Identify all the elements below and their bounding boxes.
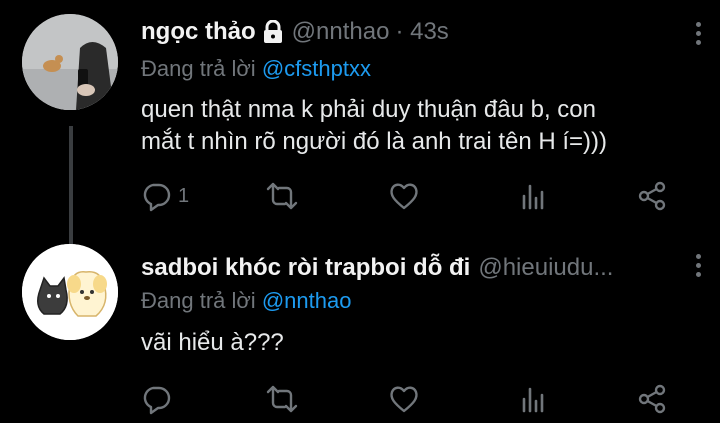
avatar-photo (22, 244, 118, 340)
thread-connector-line (69, 126, 73, 244)
more-icon[interactable] (694, 254, 702, 277)
tweet-actions (140, 383, 680, 417)
share-icon (638, 181, 666, 211)
reply-prefix: Đang trả lời (141, 56, 262, 81)
views-icon (522, 387, 544, 413)
retweet-button[interactable] (266, 383, 298, 415)
retweet-icon (266, 385, 298, 413)
retweet-button[interactable] (266, 180, 298, 212)
like-icon (390, 183, 418, 210)
reply-mention[interactable]: @nnthao (262, 288, 352, 313)
tweet-text-line: quen thật nma k phải duy thuận đâu b, co… (141, 96, 597, 123)
views-icon (522, 184, 544, 210)
tweet-1[interactable]: ngọc thảo @nnthao · 43s Đang trả lời @cf… (0, 0, 720, 244)
reply-count: 1 (178, 184, 190, 207)
tweet-header: sadboi khóc ròi trapboi dỗ đi @hieuiudu.… (141, 254, 613, 282)
share-button[interactable] (636, 180, 668, 212)
views-button[interactable] (516, 180, 548, 212)
like-icon (390, 386, 418, 413)
share-icon (638, 384, 666, 414)
like-button[interactable] (388, 180, 420, 212)
tweet-text: vãi hiểu à??? (141, 327, 701, 359)
lock-icon (262, 20, 284, 44)
tweet-header: ngọc thảo @nnthao · 43s (141, 18, 449, 46)
views-button[interactable] (516, 383, 548, 415)
display-name[interactable]: sadboi khóc ròi trapboi dỗ đi (141, 254, 470, 282)
retweet-icon (266, 182, 298, 210)
display-name[interactable]: ngọc thảo (141, 18, 256, 46)
tweet-actions: 1 (140, 180, 680, 214)
tweet-2[interactable]: sadboi khóc ròi trapboi dỗ đi @hieuiudu.… (0, 240, 720, 423)
replying-to: Đang trả lời @cfsthptxx (141, 56, 371, 82)
reply-button[interactable] (140, 383, 178, 415)
reply-prefix: Đang trả lời (141, 288, 262, 313)
like-button[interactable] (388, 383, 420, 415)
user-handle[interactable]: @nnthao (292, 18, 390, 46)
share-button[interactable] (636, 383, 668, 415)
avatar[interactable] (22, 244, 118, 340)
tweet-text-line: mắt t nhìn rõ người đó là anh trai tên H… (141, 128, 608, 155)
replying-to: Đang trả lời @nnthao (141, 288, 351, 314)
reply-button[interactable]: 1 (140, 180, 189, 212)
user-handle[interactable]: @hieuiudu... (478, 254, 613, 282)
avatar-photo (22, 14, 118, 110)
timestamp[interactable]: · 43s (395, 18, 448, 46)
reply-mention[interactable]: @cfsthptxx (262, 56, 371, 81)
tweet-text-line: vãi hiểu à??? (141, 329, 284, 356)
reply-icon (143, 183, 171, 212)
reply-icon (143, 386, 171, 415)
more-icon[interactable] (694, 22, 702, 45)
tweet-text: quen thật nma k phải duy thuận đâu b, co… (141, 94, 701, 158)
avatar[interactable] (22, 14, 118, 110)
